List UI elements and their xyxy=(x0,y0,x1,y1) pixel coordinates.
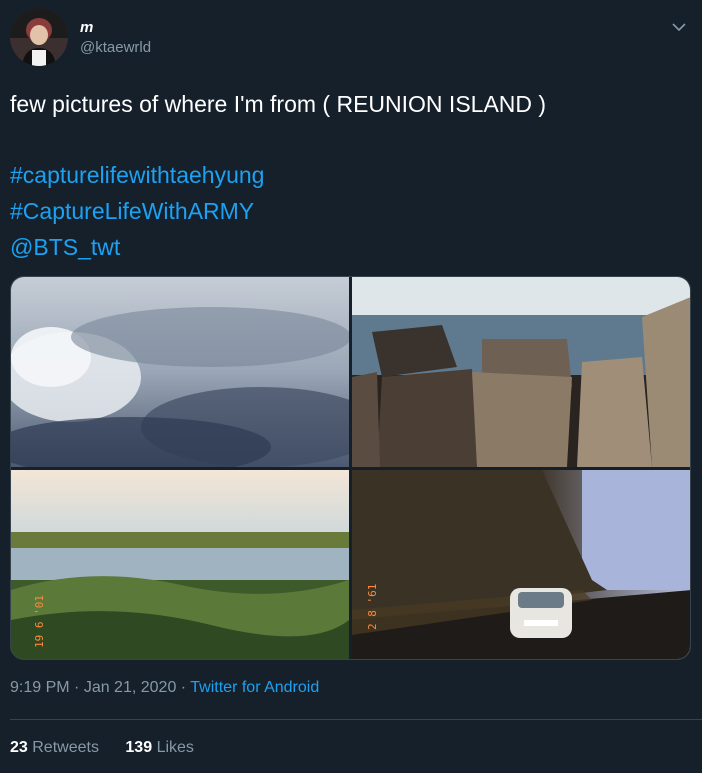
chevron-down-icon[interactable] xyxy=(668,16,690,38)
avatar[interactable] xyxy=(10,8,68,66)
retweets-stat[interactable]: 23 Retweets xyxy=(10,739,99,756)
tweet-time[interactable]: 9:19 PM xyxy=(10,679,70,696)
user-handle[interactable]: @ktaewrld xyxy=(80,37,151,59)
divider xyxy=(10,719,702,720)
tweet-meta: 9:19 PM · Jan 21, 2020 · Twitter for And… xyxy=(10,679,319,697)
media-grid: 19 6 '01 2 8 '61 xyxy=(10,276,691,660)
tweet-date[interactable]: Jan 21, 2020 xyxy=(84,679,177,696)
tweet-header: m @ktaewrld xyxy=(10,8,692,70)
tweet-stats: 23 Retweets 139 Likes xyxy=(10,739,216,757)
photo-clouds[interactable] xyxy=(11,277,349,467)
date-stamp: 19 6 '01 xyxy=(33,595,46,648)
photo-lagoon[interactable]: 19 6 '01 xyxy=(11,470,349,659)
hashtag-link[interactable]: #capturelifewithtaehyung xyxy=(10,157,690,193)
likes-label: Likes xyxy=(156,739,194,756)
retweets-count: 23 xyxy=(10,739,28,756)
likes-count: 139 xyxy=(125,739,153,756)
hashtag-link[interactable]: #CaptureLifeWithARMY xyxy=(10,193,690,229)
user-names: m @ktaewrld xyxy=(80,19,151,59)
retweets-label: Retweets xyxy=(32,739,99,756)
photo-road-car[interactable]: 2 8 '61 xyxy=(352,470,690,659)
likes-stat[interactable]: 139 Likes xyxy=(125,739,194,756)
separator: · xyxy=(69,679,84,696)
tweet-source-link[interactable]: Twitter for Android xyxy=(190,679,319,696)
display-name[interactable]: m xyxy=(80,19,151,37)
tweet-text: few pictures of where I'm from ( REUNION… xyxy=(10,86,690,265)
photo-sea-blocks[interactable] xyxy=(352,277,690,467)
tweet-text-line: few pictures of where I'm from ( REUNION… xyxy=(10,91,547,117)
mention-link[interactable]: @BTS_twt xyxy=(10,229,690,265)
separator: · xyxy=(176,679,191,696)
date-stamp: 2 8 '61 xyxy=(366,584,379,630)
